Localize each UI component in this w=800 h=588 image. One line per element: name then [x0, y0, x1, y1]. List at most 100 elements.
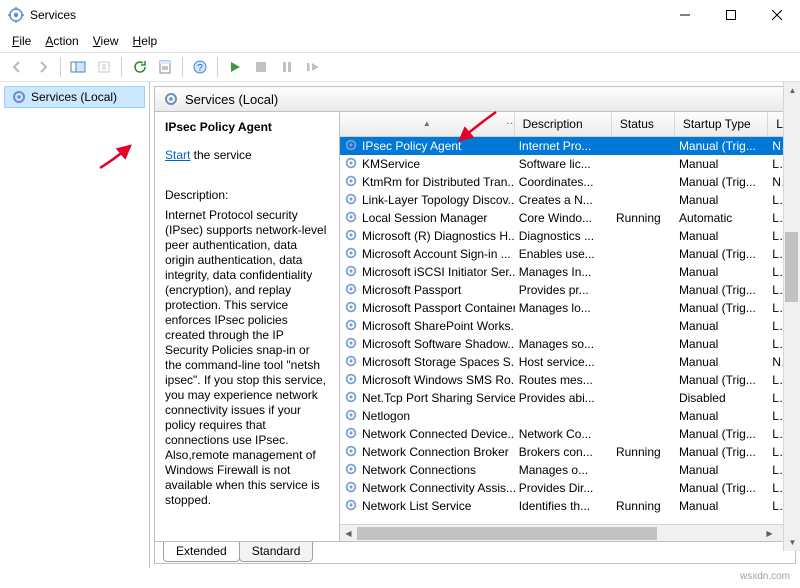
service-description: Coordinates... — [515, 175, 612, 189]
table-row[interactable]: Link-Layer Topology Discov...Creates a N… — [340, 191, 795, 209]
gear-icon — [344, 354, 358, 371]
gear-icon — [344, 228, 358, 245]
pause-service-button[interactable] — [275, 55, 299, 79]
table-row[interactable]: Microsoft (R) Diagnostics H...Diagnostic… — [340, 227, 795, 245]
table-row[interactable]: NetlogonManualLoc — [340, 407, 795, 425]
tab-standard[interactable]: Standard — [239, 542, 314, 562]
back-button[interactable] — [5, 55, 29, 79]
maximize-button[interactable] — [708, 0, 754, 30]
toolbar: ? — [0, 52, 800, 82]
service-description: Manages so... — [515, 337, 612, 351]
tab-extended[interactable]: Extended — [163, 542, 240, 562]
service-description: Manages lo... — [515, 301, 612, 315]
table-row[interactable]: Microsoft iSCSI Initiator Ser...Manages … — [340, 263, 795, 281]
table-row[interactable]: Microsoft PassportProvides pr...Manual (… — [340, 281, 795, 299]
service-description: Provides pr... — [515, 283, 612, 297]
service-startup: Manual — [675, 193, 768, 207]
column-headers: ▲ Name Description Status Startup Type L… — [340, 112, 795, 137]
service-startup: Manual — [675, 463, 768, 477]
table-row[interactable]: Microsoft Passport ContainerManages lo..… — [340, 299, 795, 317]
service-startup: Manual — [675, 265, 768, 279]
start-service-link[interactable]: Start — [165, 148, 190, 162]
table-row[interactable]: Microsoft Storage Spaces S...Host servic… — [340, 353, 795, 371]
table-row[interactable]: Net.Tcp Port Sharing ServiceProvides abi… — [340, 389, 795, 407]
gear-icon — [344, 390, 358, 407]
table-row[interactable]: Network Connection BrokerBrokers con...R… — [340, 443, 795, 461]
service-name: Microsoft Passport Container — [362, 301, 515, 315]
column-status[interactable]: Status — [612, 112, 675, 136]
service-description: Manages o... — [515, 463, 612, 477]
service-description: Host service... — [515, 355, 612, 369]
column-name[interactable]: ▲ Name — [340, 112, 515, 136]
close-button[interactable] — [754, 0, 800, 30]
service-description: Diagnostics ... — [515, 229, 612, 243]
service-name: KMService — [362, 157, 420, 171]
table-row[interactable]: Local Session ManagerCore Windo...Runnin… — [340, 209, 795, 227]
service-description: Software lic... — [515, 157, 612, 171]
start-service-button[interactable] — [223, 55, 247, 79]
service-startup: Manual (Trig... — [675, 283, 768, 297]
menu-view[interactable]: View — [87, 32, 125, 50]
forward-button[interactable] — [31, 55, 55, 79]
service-startup: Manual — [675, 157, 768, 171]
menu-action[interactable]: Action — [39, 32, 84, 50]
service-name: Network Connectivity Assis... — [362, 481, 515, 495]
minimize-button[interactable] — [662, 0, 708, 30]
refresh-button[interactable] — [127, 55, 151, 79]
service-name: KtmRm for Distributed Tran... — [362, 175, 515, 189]
gear-icon — [344, 318, 358, 335]
table-row[interactable]: Network ConnectionsManages o...ManualLoc — [340, 461, 795, 479]
restart-service-button[interactable] — [301, 55, 325, 79]
selected-service-title: IPsec Policy Agent — [165, 120, 329, 134]
table-row[interactable]: Microsoft Windows SMS Ro...Routes mes...… — [340, 371, 795, 389]
export-button[interactable] — [92, 55, 116, 79]
table-row[interactable]: KtmRm for Distributed Tran...Coordinates… — [340, 173, 795, 191]
start-service-suffix: the service — [190, 148, 251, 162]
tree-node-services-local[interactable]: Services (Local) — [4, 86, 145, 108]
column-startup[interactable]: Startup Type — [675, 112, 768, 136]
svg-text:?: ? — [197, 63, 203, 74]
service-status: Running — [612, 211, 675, 225]
table-row[interactable]: KMServiceSoftware lic...ManualLoc — [340, 155, 795, 173]
show-hide-tree-button[interactable] — [66, 55, 90, 79]
table-row[interactable]: IPsec Policy AgentInternet Pro...Manual … — [340, 137, 795, 155]
stop-service-button[interactable] — [249, 55, 273, 79]
footer-credit: wsxdn.com — [0, 568, 800, 588]
service-description: Provides Dir... — [515, 481, 612, 495]
description-heading: Description: — [165, 188, 329, 202]
menu-bar: File Action View Help — [0, 30, 800, 52]
service-startup: Automatic — [675, 211, 768, 225]
gear-icon — [344, 138, 358, 155]
table-row[interactable]: Microsoft Account Sign-in ...Enables use… — [340, 245, 795, 263]
service-rows: IPsec Policy AgentInternet Pro...Manual … — [340, 137, 795, 524]
menu-file[interactable]: File — [6, 32, 37, 50]
gear-icon — [344, 300, 358, 317]
service-description: Enables use... — [515, 247, 612, 261]
service-description: Internet Pro... — [515, 139, 612, 153]
service-name: Netlogon — [362, 409, 410, 423]
tab-strip: Extended Standard — [154, 542, 796, 564]
content-header-label: Services (Local) — [185, 92, 278, 107]
service-startup: Manual — [675, 319, 768, 333]
table-row[interactable]: Microsoft SharePoint Works...ManualLoc — [340, 317, 795, 335]
table-row[interactable]: Network Connectivity Assis...Provides Di… — [340, 479, 795, 497]
horizontal-scrollbar[interactable]: ◀ ▶ — [340, 524, 795, 541]
column-description[interactable]: Description — [515, 112, 612, 136]
window-titlebar: Services — [0, 0, 800, 30]
service-startup: Manual — [675, 229, 768, 243]
gear-icon — [344, 408, 358, 425]
service-startup: Manual (Trig... — [675, 247, 768, 261]
console-tree-pane: Services (Local) — [0, 82, 150, 568]
gear-icon — [11, 89, 27, 105]
gear-icon — [344, 282, 358, 299]
table-row[interactable]: Microsoft Software Shadow...Manages so..… — [340, 335, 795, 353]
help-button[interactable]: ? — [188, 55, 212, 79]
service-startup: Manual — [675, 355, 768, 369]
gear-icon — [344, 480, 358, 497]
properties-button[interactable] — [153, 55, 177, 79]
vertical-scrollbar[interactable]: ▲ ▼ — [783, 82, 800, 551]
menu-help[interactable]: Help — [127, 32, 164, 50]
table-row[interactable]: Network List ServiceIdentifies th...Runn… — [340, 497, 795, 515]
service-name: Network List Service — [362, 499, 471, 513]
table-row[interactable]: Network Connected Device...Network Co...… — [340, 425, 795, 443]
